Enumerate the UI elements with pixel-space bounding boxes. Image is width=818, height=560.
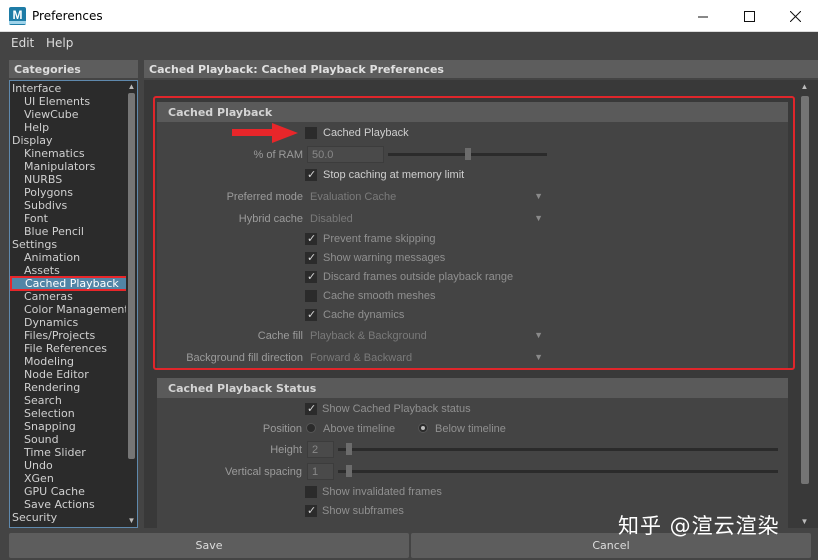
close-button[interactable] [772, 0, 818, 32]
below-timeline-radio[interactable] [418, 423, 428, 433]
maya-app-icon: M [9, 7, 26, 25]
category-item[interactable]: Font [10, 212, 127, 225]
category-item[interactable]: Undo [10, 459, 127, 472]
above-timeline-radio[interactable] [306, 423, 316, 433]
category-item[interactable]: Kinematics [10, 147, 127, 160]
maximize-button[interactable] [726, 0, 772, 32]
vertical-spacing-slider-thumb[interactable] [346, 465, 352, 477]
category-item[interactable]: Time Slider [10, 446, 127, 459]
subframes-checkbox[interactable] [305, 504, 317, 517]
categories-list[interactable]: Interface UI Elements ViewCube Help Display K… [9, 80, 138, 528]
height-slider-track[interactable] [338, 448, 778, 451]
red-arrow-icon [232, 123, 298, 143]
height-field[interactable]: 2 [307, 441, 334, 458]
category-item[interactable]: XGen [10, 472, 127, 485]
menu-bar: Edit Help [0, 32, 818, 54]
categories-scrollbar[interactable]: ▲ ▼ [126, 81, 137, 527]
category-item[interactable]: ViewCube [10, 108, 127, 121]
category-item[interactable]: UI Elements [10, 95, 127, 108]
category-item[interactable]: Files/Projects [10, 329, 127, 342]
category-item[interactable]: Color Management [10, 303, 129, 316]
scroll-down-icon[interactable]: ▼ [127, 516, 136, 526]
below-timeline-label: Below timeline [435, 423, 506, 435]
category-item[interactable]: Dynamics [10, 316, 127, 329]
category-item[interactable]: Display [10, 134, 127, 147]
show-status-label: Show Cached Playback status [322, 403, 471, 415]
scroll-up-icon[interactable]: ▲ [127, 82, 136, 92]
category-item[interactable]: Selection [10, 407, 127, 420]
scrollbar-thumb[interactable] [801, 96, 809, 484]
minimize-icon [697, 16, 708, 17]
category-item[interactable]: Modeling [10, 355, 127, 368]
scrollbar-thumb[interactable] [128, 93, 135, 459]
category-item[interactable]: Help [10, 121, 127, 134]
scroll-up-icon[interactable]: ▲ [799, 82, 810, 91]
watermark: 知乎 @渲云渲染 [618, 514, 780, 538]
category-item[interactable]: Settings [10, 238, 127, 251]
menu-help[interactable]: Help [46, 36, 73, 50]
subframes-label: Show subframes [322, 505, 404, 517]
vertical-spacing-slider-track[interactable] [338, 470, 778, 473]
category-item[interactable]: Sound [10, 433, 127, 446]
category-item[interactable]: Assets [10, 264, 127, 277]
show-status-checkbox[interactable] [305, 402, 317, 415]
position-label: Position [262, 423, 302, 435]
category-item[interactable]: Animation [10, 251, 127, 264]
category-item[interactable]: Subdivs [10, 199, 127, 212]
height-label: Height [270, 444, 302, 456]
pane-header: Cached Playback: Cached Playback Prefere… [144, 60, 818, 78]
section-title: Cached Playback Status [157, 378, 788, 398]
vertical-spacing-label: Vertical spacing [224, 466, 302, 478]
category-item[interactable]: Snapping [10, 420, 127, 433]
categories-header: Categories [9, 60, 138, 78]
category-item[interactable]: Node Editor [10, 368, 127, 381]
category-item[interactable]: Blue Pencil [10, 225, 127, 238]
category-item[interactable]: GPU Cache [10, 485, 127, 498]
window-title: Preferences [32, 9, 103, 23]
maximize-icon [743, 10, 755, 22]
category-item[interactable]: File References [10, 342, 127, 355]
vertical-spacing-field[interactable]: 1 [307, 463, 334, 480]
height-slider-thumb[interactable] [346, 443, 352, 455]
scroll-down-icon[interactable]: ▼ [799, 517, 810, 526]
category-item[interactable]: Cached Playback [10, 276, 128, 291]
category-item[interactable]: Interface [10, 82, 127, 95]
category-item[interactable]: Security [10, 511, 127, 524]
save-button[interactable]: Save [9, 533, 409, 558]
category-item[interactable]: Rendering [10, 381, 127, 394]
title-bar: M Preferences [0, 0, 818, 32]
invalidated-frames-label: Show invalidated frames [322, 486, 442, 498]
category-item[interactable]: NURBS [10, 173, 127, 186]
invalidated-frames-checkbox[interactable] [305, 486, 317, 498]
category-item[interactable]: Save Actions [10, 498, 127, 511]
close-icon [789, 10, 801, 22]
category-item[interactable]: Search [10, 394, 127, 407]
above-timeline-label: Above timeline [323, 423, 396, 435]
menu-edit[interactable]: Edit [11, 36, 34, 50]
category-item[interactable]: Manipulators [10, 160, 127, 173]
category-item[interactable]: Cameras [10, 290, 127, 303]
minimize-button[interactable] [680, 0, 726, 32]
category-item[interactable]: Polygons [10, 186, 127, 199]
pane-scrollbar[interactable]: ▲ ▼ [798, 82, 811, 526]
